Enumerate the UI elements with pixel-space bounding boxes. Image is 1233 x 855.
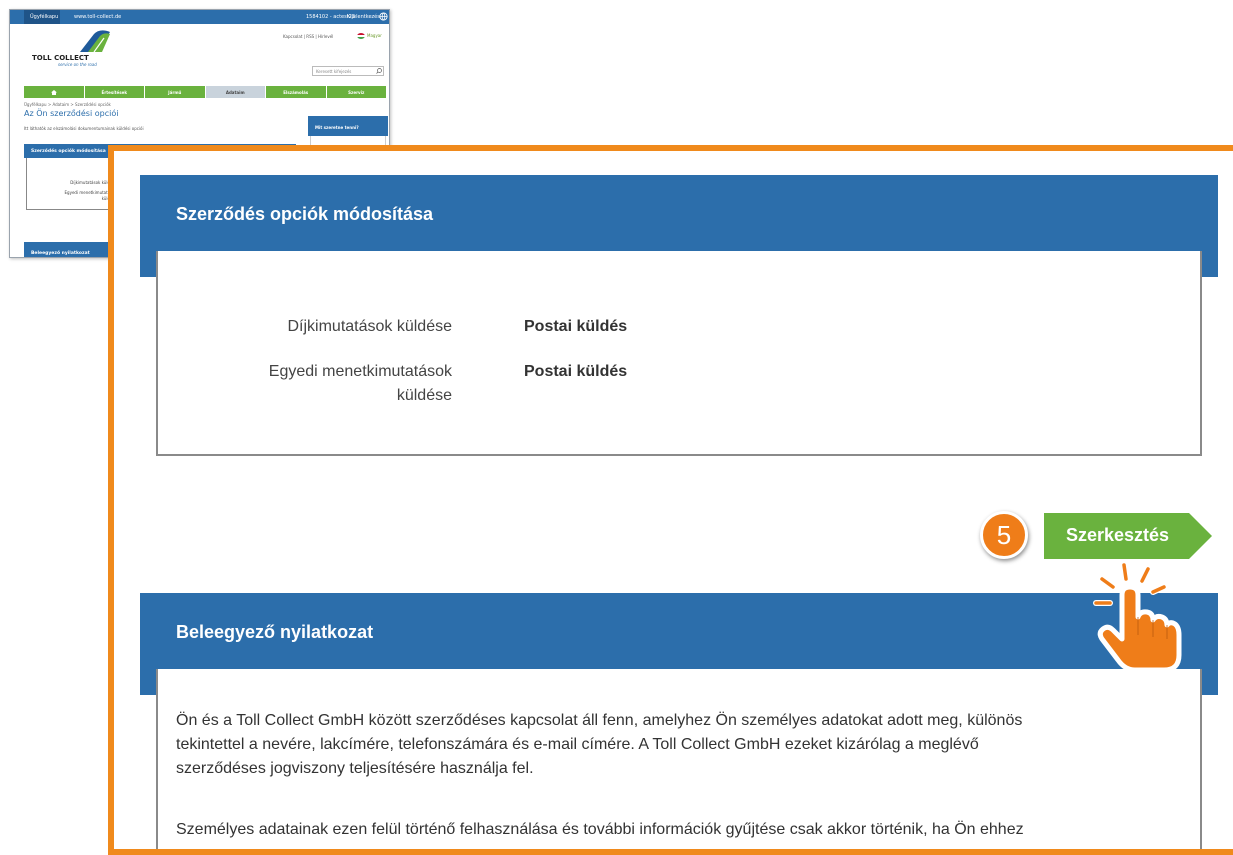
page-description: Itt láthatók az elszámolási dokumentumai… [24, 126, 144, 131]
home-icon [50, 90, 57, 95]
option-label-fee-statements: Díjkimutatások küldése [162, 315, 452, 339]
option-value-trip-statements: Postai küldés [524, 363, 628, 380]
nav-vehicle[interactable]: Jármű [145, 86, 206, 98]
brand-name: TOLL COLLECT [32, 54, 89, 62]
main-nav: Értesítések Jármű Adataim Elszámolás Sze… [24, 86, 387, 98]
option-value-fee-statements: Postai küldés [524, 318, 628, 335]
panel-title: Szerződés opciók módosítása [176, 204, 434, 224]
search-icon[interactable] [376, 68, 382, 74]
nav-home[interactable] [24, 86, 85, 98]
sidebar-header: Mit szeretne tenni? [308, 116, 388, 136]
page-title: Az Ön szerződési opciói [24, 109, 119, 118]
edit-button[interactable]: Szerkesztés [1044, 513, 1216, 559]
consent-line: Személyes adatainak ezen felül történő f… [176, 821, 1024, 838]
consent-panel-body: Ön és a Toll Collect GmbH között szerződ… [156, 660, 1202, 849]
nav-my-data[interactable]: Adataim [205, 86, 266, 98]
edit-button-arrow[interactable] [1189, 513, 1212, 559]
tab-customer-portal-label[interactable]: Ügyfélkapu [30, 14, 58, 20]
consent-line: Ön és a Toll Collect GmbH között szerződ… [176, 712, 1023, 729]
pointer-hand-icon [1093, 562, 1182, 673]
brand-slogan: service on the road [58, 62, 97, 67]
top-bar: Ügyfélkapu www.toll-collect.de 1584102 -… [10, 10, 389, 24]
nav-service[interactable]: Szerviz [326, 86, 387, 98]
globe-icon[interactable] [379, 12, 388, 21]
nav-billing[interactable]: Elszámolás [266, 86, 327, 98]
contract-options-panel-body: Díjkimutatások küldése Postai küldés Egy… [156, 242, 1202, 456]
toll-collect-logo-icon [80, 30, 110, 52]
panel-notch [184, 660, 202, 669]
language-select[interactable]: Magyar [367, 33, 382, 38]
option-label-line: Egyedi menetkimutatások [268, 363, 452, 380]
option-label-line: Díjkimutatások küldése [287, 318, 452, 335]
consent-paragraph: Személyes adatainak ezen felül történő f… [176, 818, 1176, 842]
option-label-trip-statements: Egyedi menetkimutatások küldése [162, 360, 452, 408]
breadcrumb[interactable]: Ügyfélkapu > Adataim > Szerződési opciók [24, 102, 111, 107]
option-label: Egyedi menetkimutatások [64, 190, 117, 195]
panel-notch [184, 242, 202, 251]
consent-line: szerződéses jogviszony teljesítésére has… [176, 760, 534, 777]
consent-line: tekintettel a nevére, lakcímére, telefon… [176, 736, 979, 753]
step-number-badge: 5 [980, 511, 1028, 559]
edit-button-label[interactable]: Szerkesztés [1066, 525, 1169, 546]
flag-icon [357, 33, 365, 39]
search-input[interactable]: Keresett kifejezés [312, 66, 384, 76]
header-links[interactable]: Kapcsolat | RSS | Hírlevél [283, 34, 333, 39]
panel-title: Beleegyező nyilatkozat [176, 622, 374, 642]
nav-notifications[interactable]: Értesítések [84, 86, 145, 98]
option-label: küldése [27, 196, 117, 201]
option-label: Díjkimutatások küldése [70, 180, 117, 185]
option-label-line: küldése [396, 387, 452, 404]
consent-paragraph: Ön és a Toll Collect GmbH között szerződ… [176, 709, 1176, 781]
site-link[interactable]: www.toll-collect.de [74, 14, 121, 20]
zoom-callout: Szerződés opciók módosítása Díjkimutatás… [108, 145, 1233, 855]
logout-link[interactable]: Kijelentkezés [347, 14, 380, 20]
